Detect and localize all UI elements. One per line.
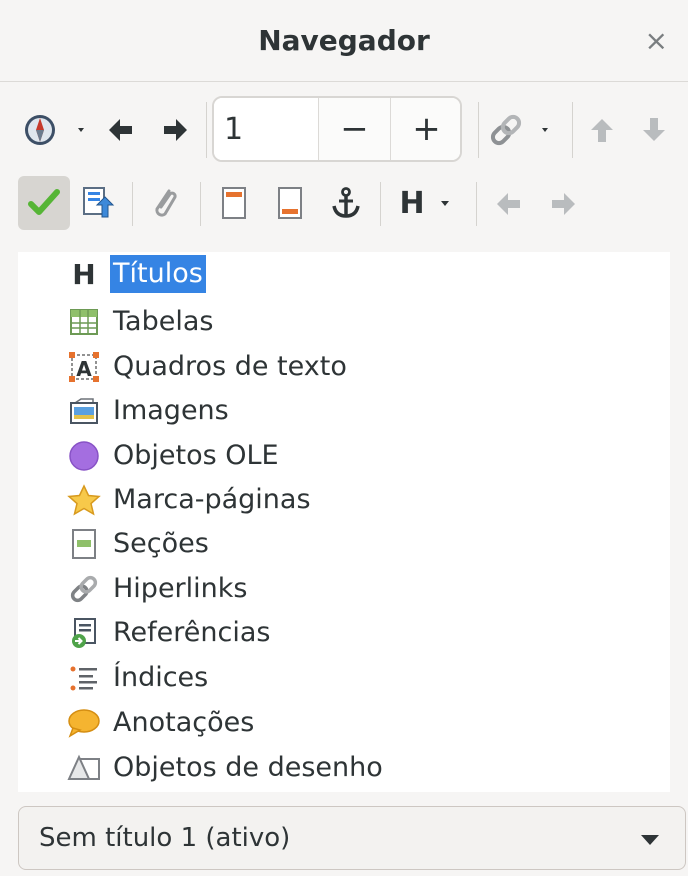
previous-button[interactable] [100,110,140,150]
image-icon [66,393,102,429]
next-button[interactable] [156,110,196,150]
navigate-by-button[interactable] [22,108,92,152]
insert-button[interactable] [142,180,186,226]
tree-item-label: Índices [113,662,209,693]
page-header-icon [222,187,246,219]
promote-chapter-button[interactable] [546,186,582,222]
tree-item-anotacoes[interactable]: Anotações [66,701,257,745]
toolbar-divider [200,182,201,226]
navigation-toolbar: − + [0,92,688,166]
tree-item-label: Títulos [110,255,206,293]
tree-item-label: Quadros de texto [113,351,347,382]
heading-icon: H [72,257,96,291]
tree-item-ole[interactable]: Objetos OLE [66,434,282,478]
link-chain-icon [490,114,548,146]
increment-button[interactable]: + [390,98,460,160]
tree-item-tabelas[interactable]: Tabelas [66,300,216,344]
reference-icon [66,615,102,651]
tree-item-objetos-desenho[interactable]: Objetos de desenho [66,746,386,790]
tree-item-label: Tabelas [113,306,214,337]
close-button[interactable]: × [645,24,668,57]
section-icon [66,526,102,562]
tree-item-hiperlinks[interactable]: Hiperlinks [66,567,250,611]
toolbar-divider [132,182,133,226]
tree-item-label: Hiperlinks [113,573,248,604]
tree-item-label: Imagens [113,395,229,426]
arrow-left-icon [109,119,132,141]
toolbar-divider [572,102,573,158]
table-icon [66,304,102,340]
header-bar: Navegador × [0,0,688,82]
page-number-input[interactable] [214,98,318,160]
ole-object-icon [66,438,102,474]
chevron-down-icon [440,201,449,206]
page-footer-icon [278,187,302,219]
document-select-value: Sem título 1 (ativo) [39,823,291,853]
header-button[interactable] [214,180,254,226]
document-upload-icon [83,187,115,218]
tree-item-quadros[interactable]: A Quadros de texto [66,345,350,389]
chevron-down-icon [641,835,659,845]
move-up-button[interactable] [584,110,620,150]
tree-item-label: Referências [113,617,271,648]
svg-text:A: A [76,357,92,381]
heading-levels-button[interactable]: H [390,180,468,226]
arrow-right-icon [552,193,575,215]
checkmark-icon [28,189,60,215]
heading-icon: H [399,185,425,221]
footer-button[interactable] [270,180,310,226]
arrow-up-icon [591,119,613,142]
drawing-object-icon [66,750,102,786]
arrow-down-icon [643,118,665,141]
promote-to-master-button[interactable] [76,180,120,226]
window-title: Navegador [258,24,430,57]
toolbar-divider [380,182,381,226]
tree-item-label: Objetos OLE [113,440,279,471]
anchor-icon [332,187,360,218]
text-frame-icon: A [66,349,102,385]
anchor-button[interactable] [324,180,368,226]
tree-item-secoes[interactable]: Seções [66,522,212,566]
arrow-right-icon [164,119,187,141]
content-toolbar: H [0,172,688,238]
toolbar-divider [476,182,477,226]
toolbar-divider [478,102,479,158]
index-icon [66,660,102,696]
bookmark-star-icon [66,482,102,518]
tree-item-label: Anotações [113,707,255,738]
page-spin-button: − + [212,96,462,162]
drag-mode-button[interactable] [486,108,560,152]
toolbar-divider [206,102,207,158]
arrow-left-icon [497,193,520,215]
tree-item-label: Seções [113,528,209,559]
compass-icon [25,115,84,145]
tree-item-referencias[interactable]: Referências [66,611,273,655]
decrement-button[interactable]: − [318,98,390,160]
document-select[interactable]: Sem título 1 (ativo) [18,806,686,870]
tree-item-label: Marca-páginas [113,484,311,515]
comment-icon [66,705,102,741]
tree-item-indices[interactable]: Índices [66,656,211,700]
paperclip-icon [155,189,177,217]
tree-item-label: Objetos de desenho [113,752,383,783]
demote-chapter-button[interactable] [490,186,526,222]
move-down-button[interactable] [636,110,672,150]
navigator-tree[interactable]: H Títulos Tabelas A Quadros de texto Ima… [18,252,670,792]
content-navigation-view-button[interactable] [18,176,70,230]
tree-item-imagens[interactable]: Imagens [66,389,232,433]
tree-item-marca-paginas[interactable]: Marca-páginas [66,478,314,522]
tree-item-titulos[interactable]: H Títulos [66,252,206,296]
hyperlink-icon [66,571,102,607]
